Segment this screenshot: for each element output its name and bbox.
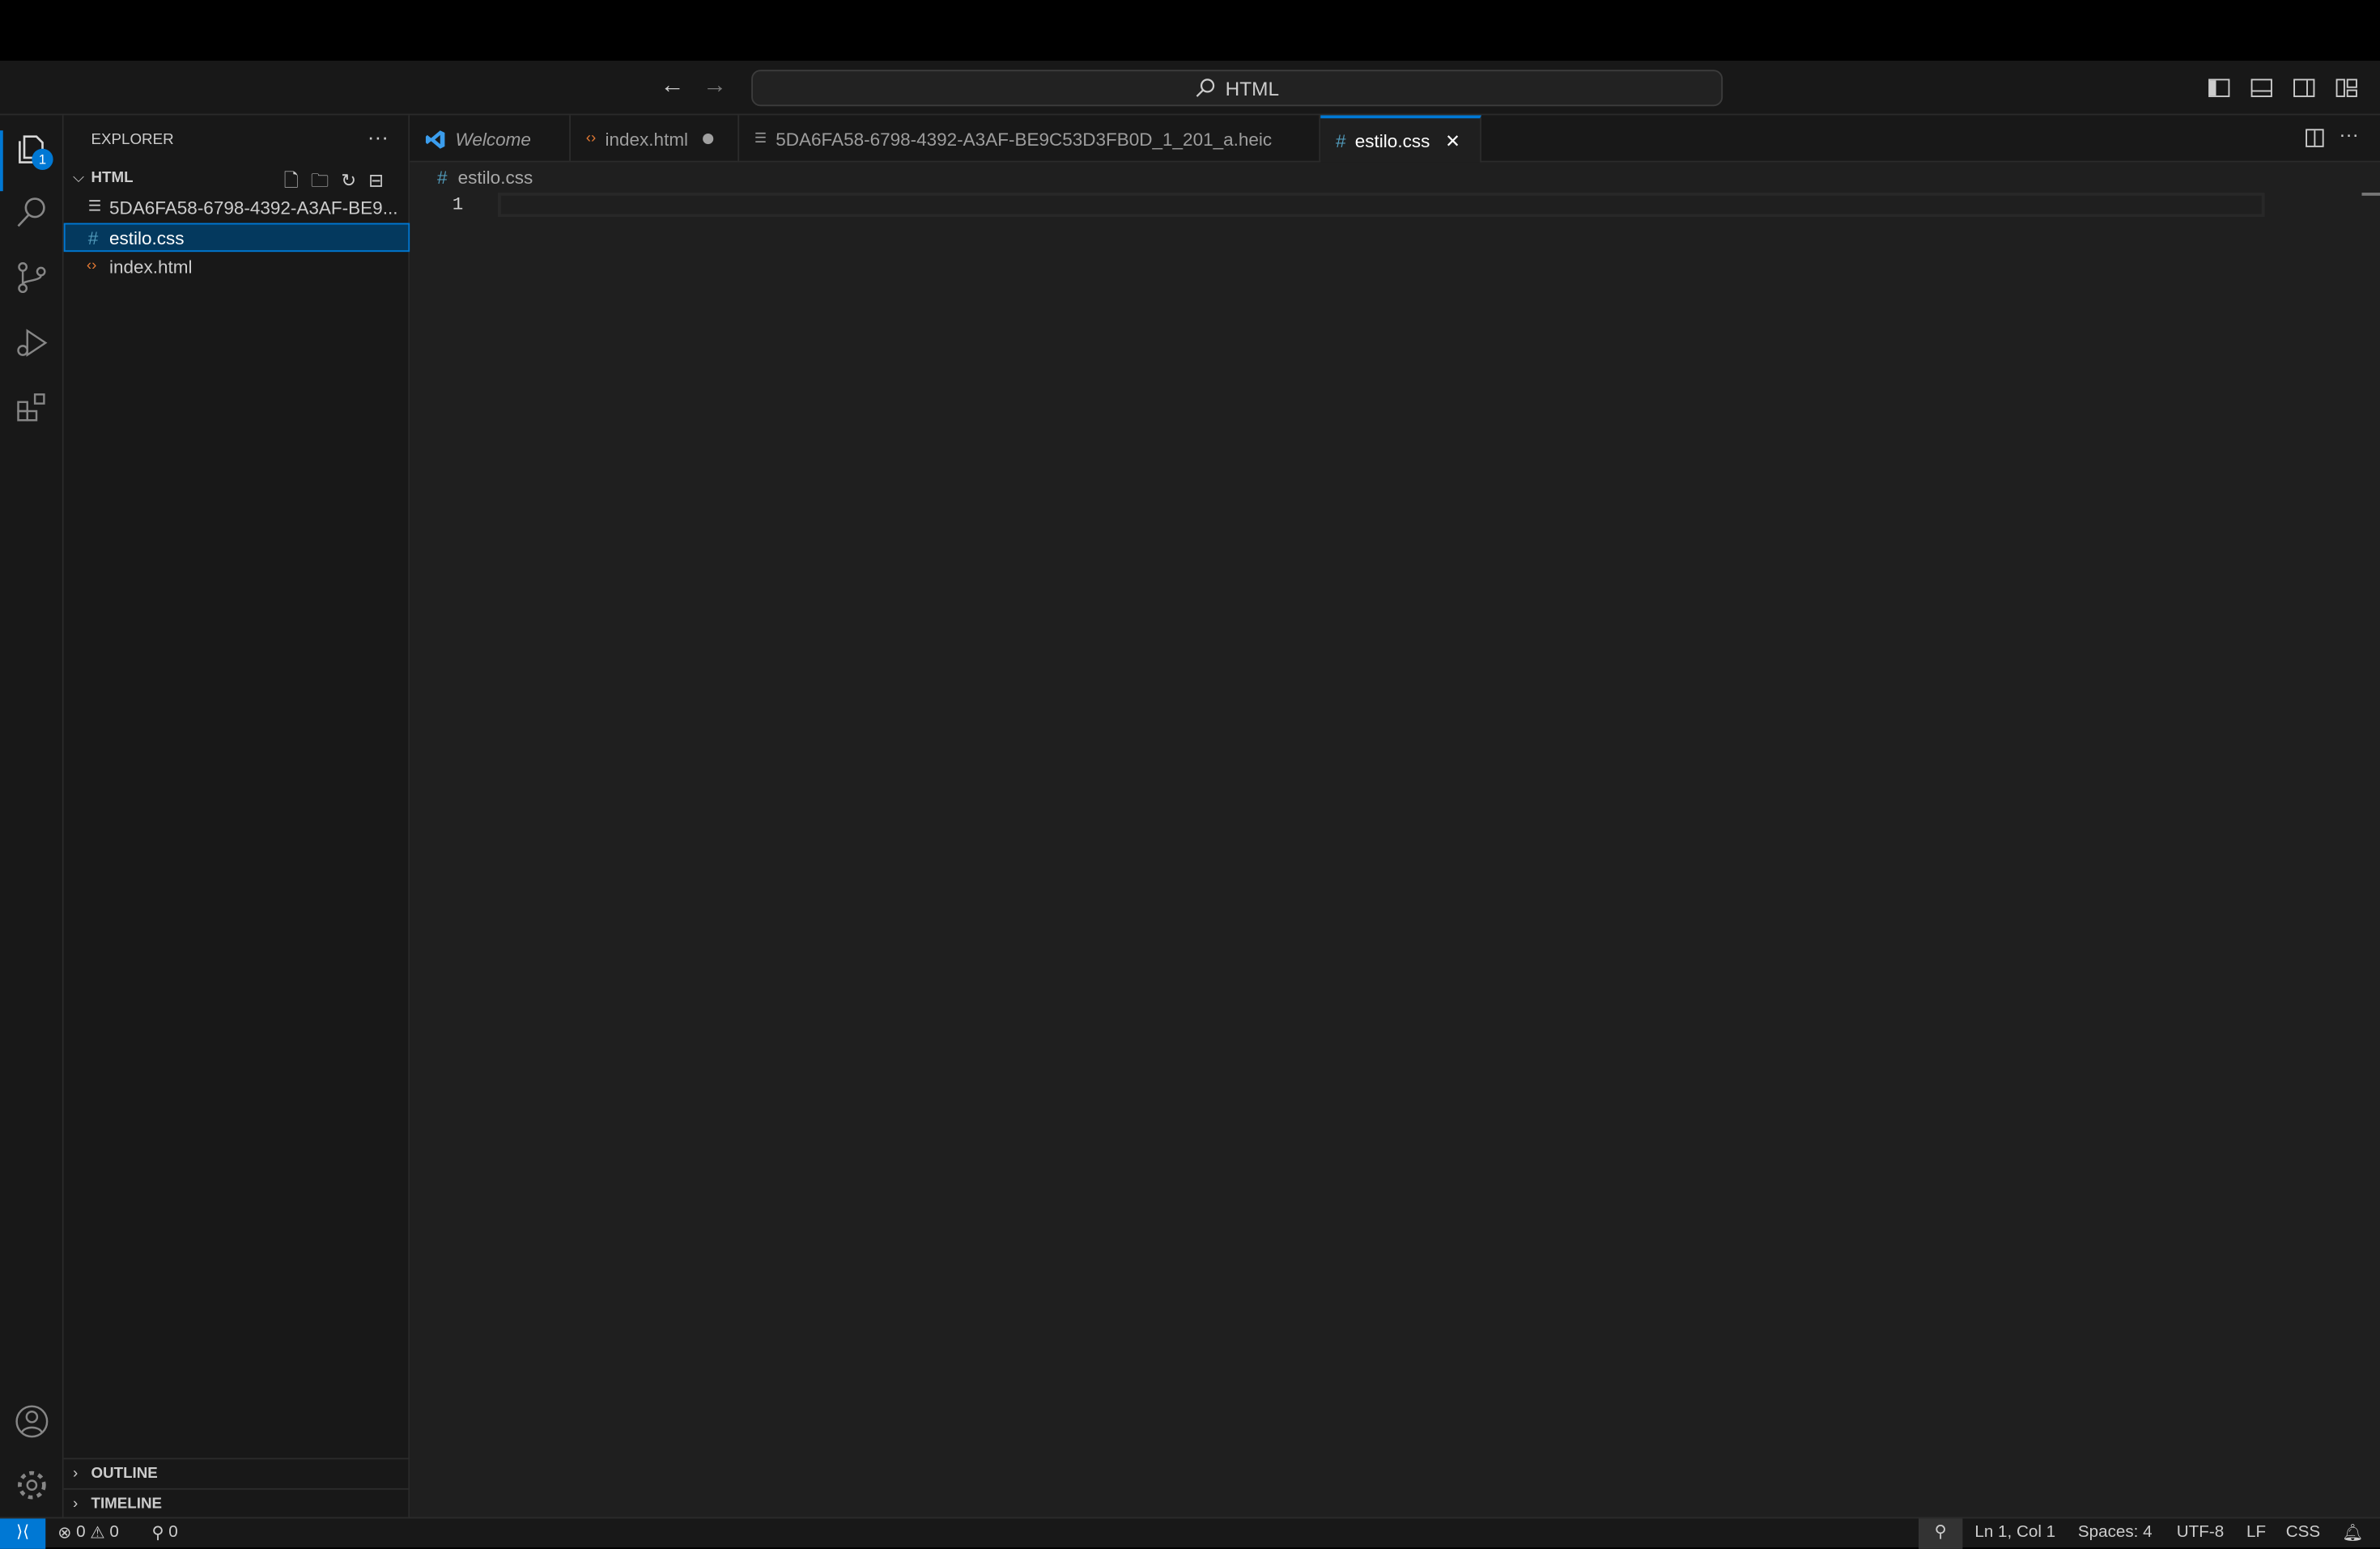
- chevron-right-icon: ›: [73, 1495, 91, 1512]
- vscode-logo-icon: [425, 128, 446, 149]
- explorer-badge: 1: [32, 149, 53, 170]
- tab-welcome[interactable]: Welcome: [410, 115, 571, 162]
- overview-ruler-cursor: [2362, 193, 2380, 196]
- warning-icon: ⚠: [90, 1523, 105, 1543]
- outline-section[interactable]: › OUTLINE: [64, 1459, 410, 1488]
- breadcrumb[interactable]: # estilo.css: [437, 167, 533, 188]
- file-item[interactable]: ‹› index.html: [64, 252, 410, 281]
- css-hash-icon: #: [88, 227, 109, 248]
- top-black-bar: [0, 0, 2380, 61]
- forward-arrow-icon[interactable]: →: [703, 73, 727, 100]
- broadcast-icon: ⚲: [152, 1523, 164, 1543]
- remote-button[interactable]: ⟩⟨: [0, 1518, 45, 1548]
- more-actions-icon[interactable]: ···: [2339, 123, 2358, 146]
- search-icon: [1195, 78, 1216, 99]
- explorer-sidebar: EXPLORER ··· ⌵ HTML 🗋🗀↻⊟ ☰ 5DA6FA58-6798…: [64, 115, 410, 1517]
- image-file-icon: ☰: [754, 130, 767, 147]
- active-indicator: [0, 130, 3, 191]
- toggle-primary-sidebar-icon[interactable]: [2207, 76, 2231, 100]
- problems-indicator[interactable]: ⊗0 ⚠0: [57, 1523, 119, 1543]
- chevron-right-icon: ›: [73, 1466, 91, 1483]
- command-center-search[interactable]: HTML: [751, 70, 1723, 106]
- search-text: HTML: [1226, 77, 1279, 100]
- tab-estilo-css[interactable]: # estilo.css ✕: [1320, 115, 1481, 163]
- folder-name: HTML: [91, 170, 134, 187]
- chevron-down-icon: ⌵: [73, 170, 91, 187]
- css-hash-icon: #: [1336, 130, 1346, 151]
- activity-bar: 1: [0, 115, 64, 1517]
- toggle-secondary-sidebar-icon[interactable]: [2292, 76, 2316, 100]
- run-debug-icon[interactable]: [14, 325, 50, 361]
- extensions-icon[interactable]: [14, 390, 50, 427]
- new-folder-icon[interactable]: 🗀: [311, 170, 342, 191]
- language-mode[interactable]: CSS: [2286, 1523, 2320, 1541]
- css-hash-icon: #: [437, 167, 448, 188]
- current-line-highlight: [498, 193, 2265, 217]
- account-icon[interactable]: [14, 1403, 50, 1440]
- indentation[interactable]: Spaces: 4: [2078, 1523, 2153, 1541]
- search-icon[interactable]: [14, 194, 50, 231]
- cursor-position[interactable]: Ln 1, Col 1: [1974, 1523, 2055, 1541]
- toggle-panel-icon[interactable]: [2250, 76, 2274, 100]
- back-arrow-icon[interactable]: ←: [661, 73, 685, 100]
- editor-area[interactable]: # estilo.css 1: [410, 163, 2380, 1517]
- html-brackets-icon: ‹›: [87, 258, 109, 275]
- explorer-title: EXPLORER: [91, 132, 174, 149]
- more-actions-icon[interactable]: ···: [368, 125, 389, 149]
- title-bar: ← → HTML: [0, 61, 2380, 115]
- end-of-line[interactable]: LF: [2246, 1523, 2266, 1541]
- split-editor-icon[interactable]: [2304, 127, 2325, 148]
- explorer-icon[interactable]: 1: [14, 130, 50, 167]
- tab-heic-image[interactable]: ☰ 5DA6FA58-6798-4392-A3AF-BE9C53D3FB0D_1…: [739, 115, 1320, 162]
- encoding[interactable]: UTF-8: [2177, 1523, 2224, 1541]
- editor-tabs: Welcome ‹› index.html ☰ 5DA6FA58-6798-43…: [410, 115, 2380, 162]
- file-item-selected[interactable]: # estilo.css: [64, 223, 410, 253]
- status-bar: ⟩⟨ ⊗0 ⚠0 ⚲0 ⚲ Ln 1, Col 1 Spaces: 4 UTF-…: [0, 1517, 2380, 1547]
- new-file-icon[interactable]: 🗋: [284, 170, 311, 191]
- error-icon: ⊗: [57, 1523, 71, 1543]
- html-brackets-icon: ‹›: [586, 130, 597, 147]
- folder-html[interactable]: ⌵ HTML 🗋🗀↻⊟: [64, 163, 410, 193]
- file-item[interactable]: ☰ 5DA6FA58-6798-4392-A3AF-BE9...: [64, 193, 410, 222]
- customize-layout-icon[interactable]: [2335, 76, 2359, 100]
- refresh-icon[interactable]: ↻: [341, 170, 368, 191]
- notifications-bell-icon[interactable]: 🔔︎: [2342, 1523, 2363, 1543]
- settings-gear-icon[interactable]: [14, 1467, 50, 1504]
- collapse-all-icon[interactable]: ⊟: [368, 170, 396, 191]
- tab-index-html[interactable]: ‹› index.html: [571, 115, 739, 162]
- image-file-icon: ☰: [88, 199, 109, 216]
- unsaved-dot-icon[interactable]: [703, 134, 714, 144]
- line-number: 1: [453, 194, 464, 215]
- zoom-icon[interactable]: ⚲: [1919, 1518, 1962, 1548]
- source-control-icon[interactable]: [14, 260, 50, 296]
- ports-indicator[interactable]: ⚲0: [152, 1523, 178, 1543]
- close-icon[interactable]: ✕: [1445, 130, 1460, 151]
- timeline-section[interactable]: › TIMELINE: [64, 1488, 410, 1517]
